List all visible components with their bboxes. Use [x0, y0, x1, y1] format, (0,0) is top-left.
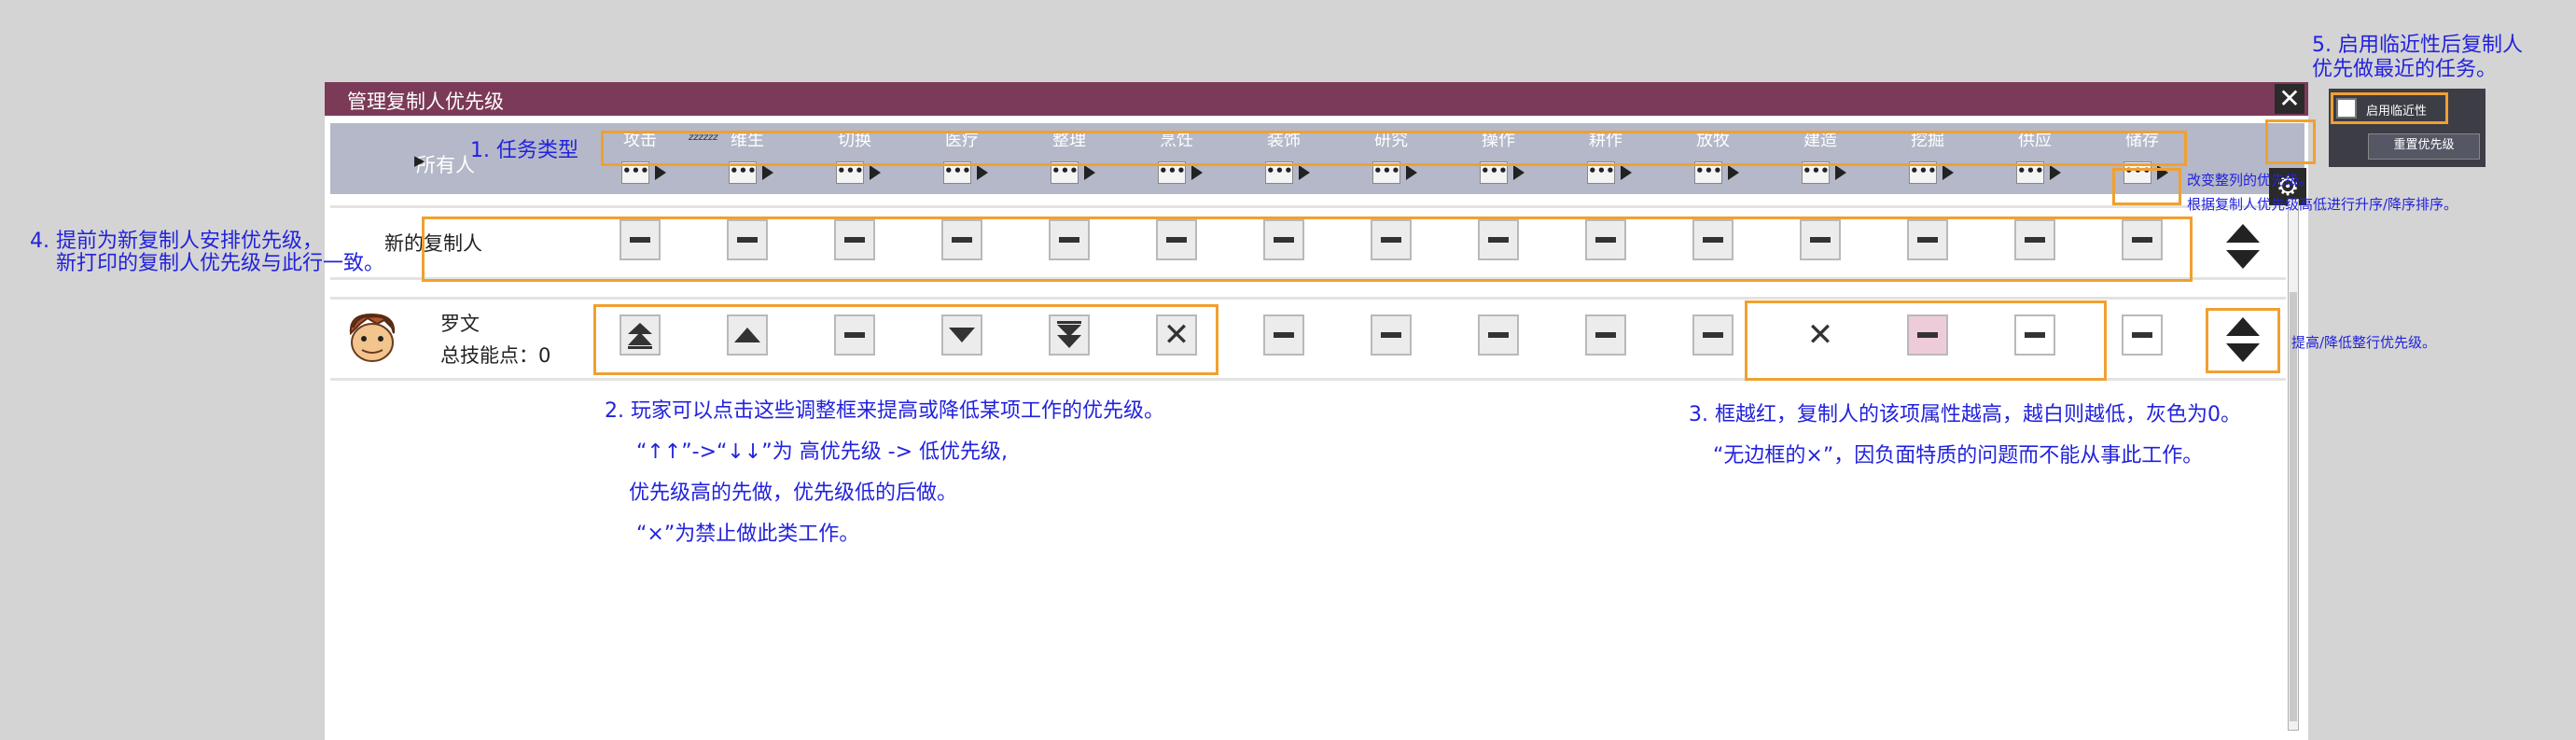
dupe-name: 罗文 — [440, 313, 480, 335]
reset-priorities-button[interactable]: 重置优先级 — [2368, 133, 2480, 160]
priority-neutral-button[interactable] — [1371, 314, 1412, 356]
proximity-checkbox[interactable] — [2336, 98, 2357, 119]
column-sort-arrow-icon[interactable] — [1728, 165, 1739, 180]
note-3-line1: 3. 框越红，复制人的该项属性越高，越白则越低，灰色为0。 — [1689, 403, 2241, 426]
dupe-avatar — [349, 313, 396, 362]
column-sort-arrow-icon[interactable] — [762, 165, 773, 180]
proximity-label: 启用临近性 — [2366, 105, 2428, 119]
settings-popup: 启用临近性 重置优先级 — [2329, 89, 2485, 167]
note-5-line2: 优先做最近的任务。 — [2312, 58, 2498, 81]
column-sort-arrow-icon[interactable] — [2050, 165, 2061, 180]
column-sort-arrow-icon[interactable] — [1942, 165, 1954, 180]
note-task-types: 1. 任务类型 — [470, 139, 578, 162]
column-sort-arrow-icon[interactable] — [1621, 165, 1632, 180]
column-sort-arrow-icon[interactable] — [1299, 165, 1310, 180]
new-dupe-highlight — [422, 216, 2193, 282]
dupe-row-priority-spinner[interactable] — [2222, 315, 2263, 366]
column-sort-highlight — [2112, 168, 2181, 205]
note-2-line1: 2. 玩家可以点击这些调整框来提高或降低某项工作的优先级。 — [605, 399, 1164, 423]
owner-sort-arrow-icon[interactable]: ▶ — [414, 152, 425, 169]
new-dupe-row-priority-spinner[interactable] — [2222, 222, 2263, 272]
window-title: 管理复制人优先级 — [347, 91, 504, 113]
column-sort-arrow-icon[interactable] — [1084, 165, 1095, 180]
attribute-color-highlight — [1745, 300, 2107, 381]
note-2-line2: “↑↑”->“↓↓”为 高优先级 -> 低优先级, — [636, 440, 1009, 464]
note-4-line2: 新打印的复制人优先级与此行一致。 — [56, 252, 385, 275]
column-sort-arrow-icon[interactable] — [1191, 165, 1203, 180]
note-column-sort-1: 改变整列的优先级。 — [2187, 172, 2314, 188]
note-2-line3: 优先级高的先做，优先级低的后做。 — [629, 482, 958, 505]
column-sort-arrow-icon[interactable] — [655, 165, 666, 180]
priority-buttons-highlight — [593, 304, 1218, 375]
column-sort-arrow-icon[interactable] — [1513, 165, 1525, 180]
close-button[interactable]: ✕ — [2275, 84, 2304, 114]
priority-neutral-button[interactable] — [1692, 314, 1734, 356]
title-bar: 管理复制人优先级 ✕ — [325, 82, 2308, 116]
column-sort-arrow-icon[interactable] — [870, 165, 881, 180]
task-type-highlight — [601, 131, 2187, 166]
priority-neutral-button[interactable] — [1263, 314, 1304, 356]
dupe-skill-points: 总技能点：0 — [440, 344, 551, 367]
column-sort-arrow-icon[interactable] — [1835, 165, 1846, 180]
column-sort-arrow-icon[interactable] — [1406, 165, 1417, 180]
column-sort-arrow-icon[interactable] — [977, 165, 988, 180]
priority-neutral-button[interactable] — [2122, 314, 2163, 356]
note-2-line4: “×”为禁止做此类工作。 — [636, 523, 860, 546]
priority-neutral-button[interactable] — [1585, 314, 1626, 356]
scrollbar-thumb[interactable] — [2290, 292, 2297, 721]
gear-highlight — [2265, 119, 2316, 164]
note-3-line2: “无边框的×”，因负面特质的问题而不能从事此工作。 — [1713, 444, 2204, 468]
priority-neutral-button[interactable] — [1478, 314, 1519, 356]
note-row-sort: 提高/降低整行优先级。 — [2291, 334, 2437, 351]
note-column-sort-2: 根据复制人优先级高低进行升序/降序排序。 — [2187, 196, 2458, 213]
